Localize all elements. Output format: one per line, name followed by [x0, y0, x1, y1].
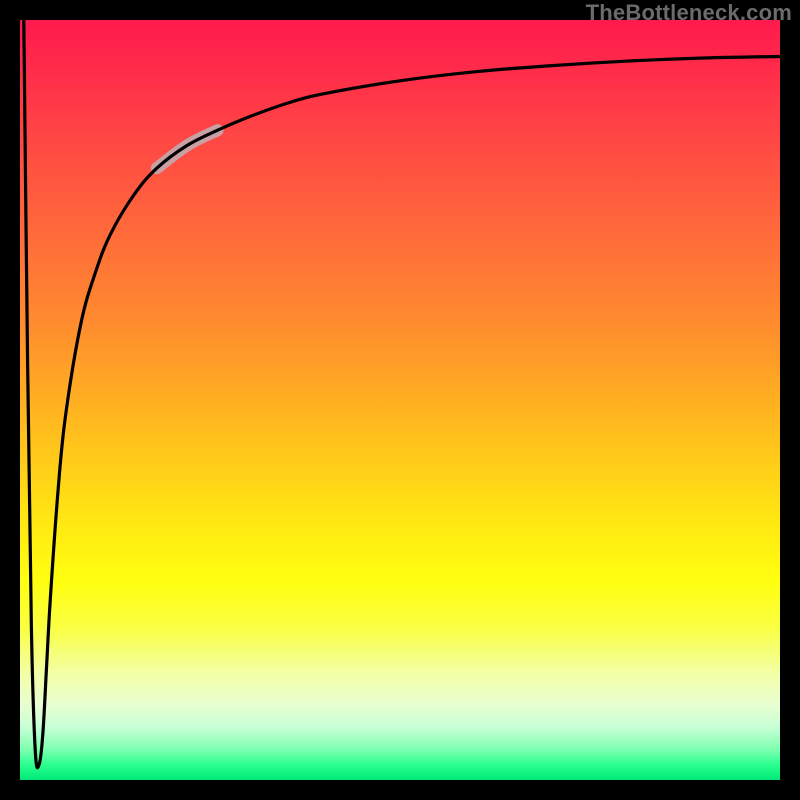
background-gradient [20, 20, 780, 780]
chart-frame: TheBottleneck.com [0, 0, 800, 800]
plot-area [20, 20, 780, 780]
